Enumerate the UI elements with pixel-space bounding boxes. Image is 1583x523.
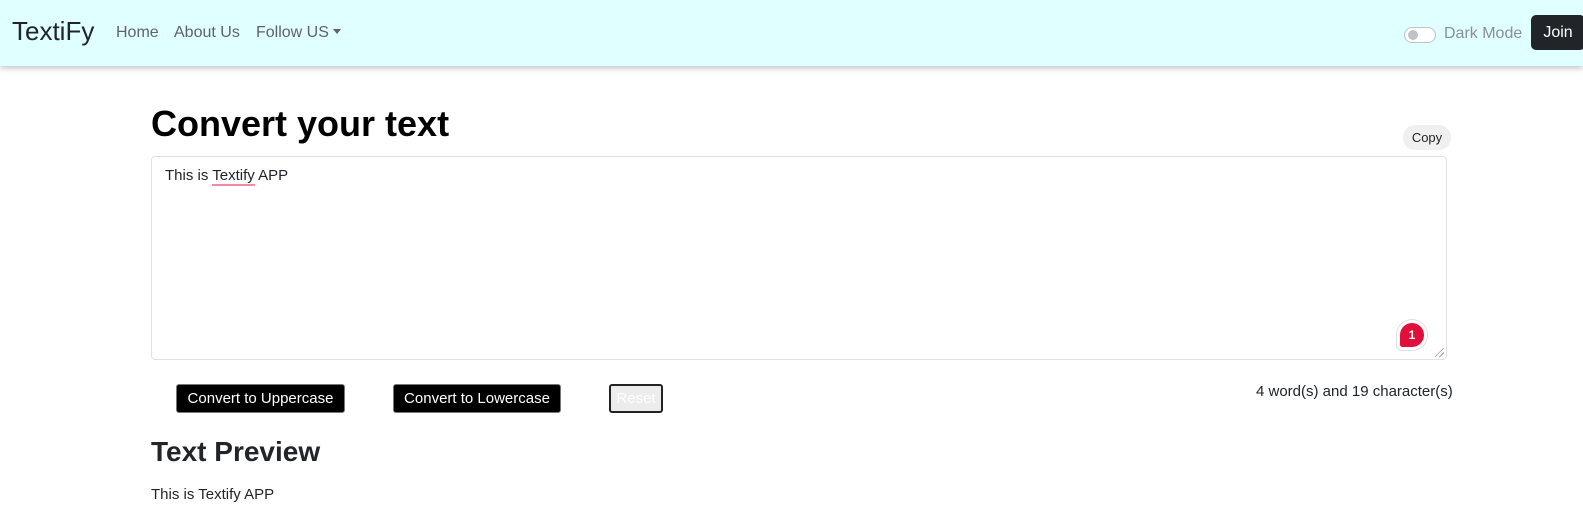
text-input-value: This is Textify APP	[165, 167, 289, 186]
copy-button[interactable]: Copy	[1403, 125, 1451, 150]
preview-text: This is Textify APP	[151, 486, 275, 503]
convert-lowercase-button[interactable]: Convert to Lowercase	[393, 384, 561, 413]
nav-dropdown-follow-label: Follow US	[256, 24, 329, 41]
text-after: APP	[254, 167, 289, 184]
nav-link-about[interactable]: About Us	[174, 24, 240, 42]
join-button[interactable]: Join	[1531, 15, 1583, 50]
caret-down-icon	[332, 29, 341, 34]
preview-heading: Text Preview	[151, 436, 321, 467]
page-title: Convert your text	[151, 103, 450, 144]
nav-dropdown-follow[interactable]: Follow US	[256, 24, 341, 42]
reset-button[interactable]: Reset	[609, 384, 663, 413]
nav-link-home[interactable]: Home	[116, 24, 159, 42]
convert-uppercase-button[interactable]: Convert to Uppercase	[176, 384, 345, 413]
grammar-check-badge[interactable]: 1	[1400, 323, 1424, 347]
text-before: This is	[165, 167, 213, 184]
misspelled-word: Textify	[212, 167, 255, 186]
text-input-area[interactable]: This is Textify APP 1	[151, 156, 1447, 360]
word-character-count: 4 word(s) and 19 character(s)	[1256, 383, 1453, 400]
resize-handle-icon[interactable]	[1435, 348, 1444, 357]
dark-mode-toggle[interactable]	[1404, 27, 1436, 43]
brand-logo[interactable]: TextiFy	[12, 16, 94, 47]
navbar: TextiFy Home About Us Follow US Dark Mod…	[0, 0, 1583, 66]
dark-mode-label: Dark Mode	[1444, 25, 1523, 42]
toggle-knob	[1408, 30, 1418, 40]
